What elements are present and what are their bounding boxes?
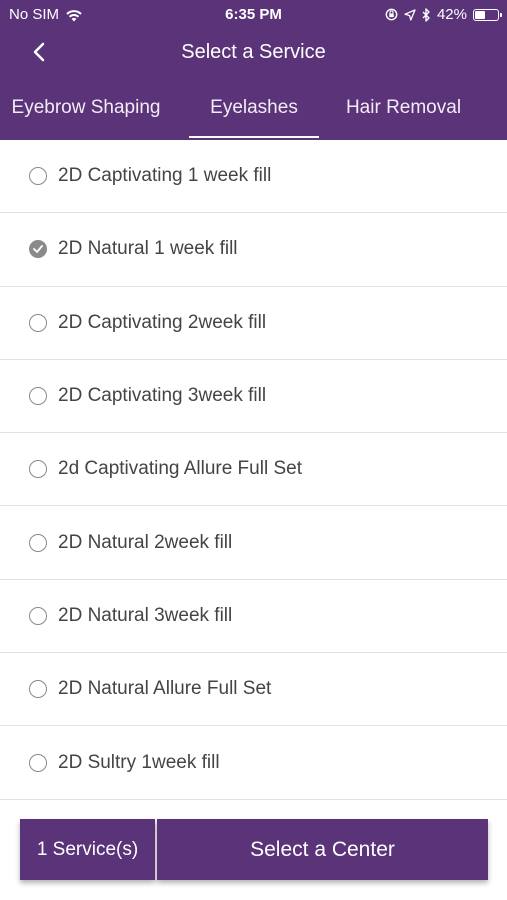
app-header: No SIM 6:35 PM 42% Select a Service Eyeb… [0,0,507,140]
tab-hair-removal[interactable]: Hair Removal [336,88,471,140]
radio-unchecked-icon[interactable] [29,387,47,406]
service-label: 2D Captivating 1 week fill [58,165,272,187]
radio-checked-icon[interactable] [29,240,47,259]
radio-unchecked-icon[interactable] [29,606,47,625]
radio-unchecked-icon[interactable] [29,167,47,186]
service-row[interactable]: 2D Natural 2week fill [0,506,507,580]
tab-eyebrow-shaping[interactable]: Eyebrow Shaping [0,88,172,140]
nav-bar: Select a Service [0,30,507,74]
radio-unchecked-icon[interactable] [29,753,47,772]
service-label: 2D Natural 2week fill [58,531,233,553]
service-label: 2D Sultry 1week fill [58,751,220,773]
radio-unchecked-icon[interactable] [29,313,47,332]
service-row[interactable]: 2D Natural 3week fill [0,580,507,654]
status-bar: No SIM 6:35 PM 42% [0,0,507,30]
bottom-action-bar: 1 Service(s) Select a Center [20,819,488,880]
tab-label: Hair Removal [345,97,462,118]
status-right: 42% [385,6,502,23]
service-label: 2D Natural 1 week fill [58,238,238,260]
tab-eyelashes[interactable]: Eyelashes [189,88,319,140]
service-row[interactable]: 2D Captivating 2week fill [0,287,507,360]
battery-level [475,10,486,19]
service-label: 2D Natural Allure Full Set [58,678,272,700]
service-label: 2D Captivating 3week fill [58,385,267,407]
service-row[interactable]: 2d Captivating Allure Full Set [0,433,507,507]
service-row[interactable]: 2D Natural 1 week fill [0,213,507,287]
category-tabs: Eyebrow Shaping Eyelashes Hair Removal [0,88,507,140]
radio-unchecked-icon[interactable] [29,533,47,552]
service-label: 2D Natural 3week fill [58,604,233,626]
radio-unchecked-icon[interactable] [29,460,47,479]
battery-icon [473,8,502,21]
service-row[interactable]: 2D Captivating 3week fill [0,360,507,434]
page-title: Select a Service [181,41,326,63]
service-row[interactable]: 2D Captivating 1 week fill [0,140,507,214]
bluetooth-icon [422,7,430,22]
selected-count-label: 1 Service(s) [36,838,139,860]
radio-unchecked-icon[interactable] [29,680,47,699]
tab-label: Eyelashes [210,97,298,118]
location-arrow-icon [404,8,416,21]
screen-rotation-lock-icon [385,8,398,21]
select-center-label: Select a Center [250,837,395,861]
selected-count-button[interactable]: 1 Service(s) [20,819,155,880]
service-label: 2D Captivating 2week fill [58,311,267,333]
service-row[interactable]: 2D Sultry 1week fill [0,726,507,800]
battery-percent: 42% [436,6,467,23]
tab-label: Eyebrow Shaping [11,97,161,118]
service-list: 2D Captivating 1 week fill 2D Natural 1 w… [0,140,507,800]
service-row[interactable]: 2D Natural Allure Full Set [0,653,507,727]
service-label: 2d Captivating Allure Full Set [58,458,302,480]
checkmark-icon [33,245,43,254]
select-center-button[interactable]: Select a Center [157,819,488,880]
